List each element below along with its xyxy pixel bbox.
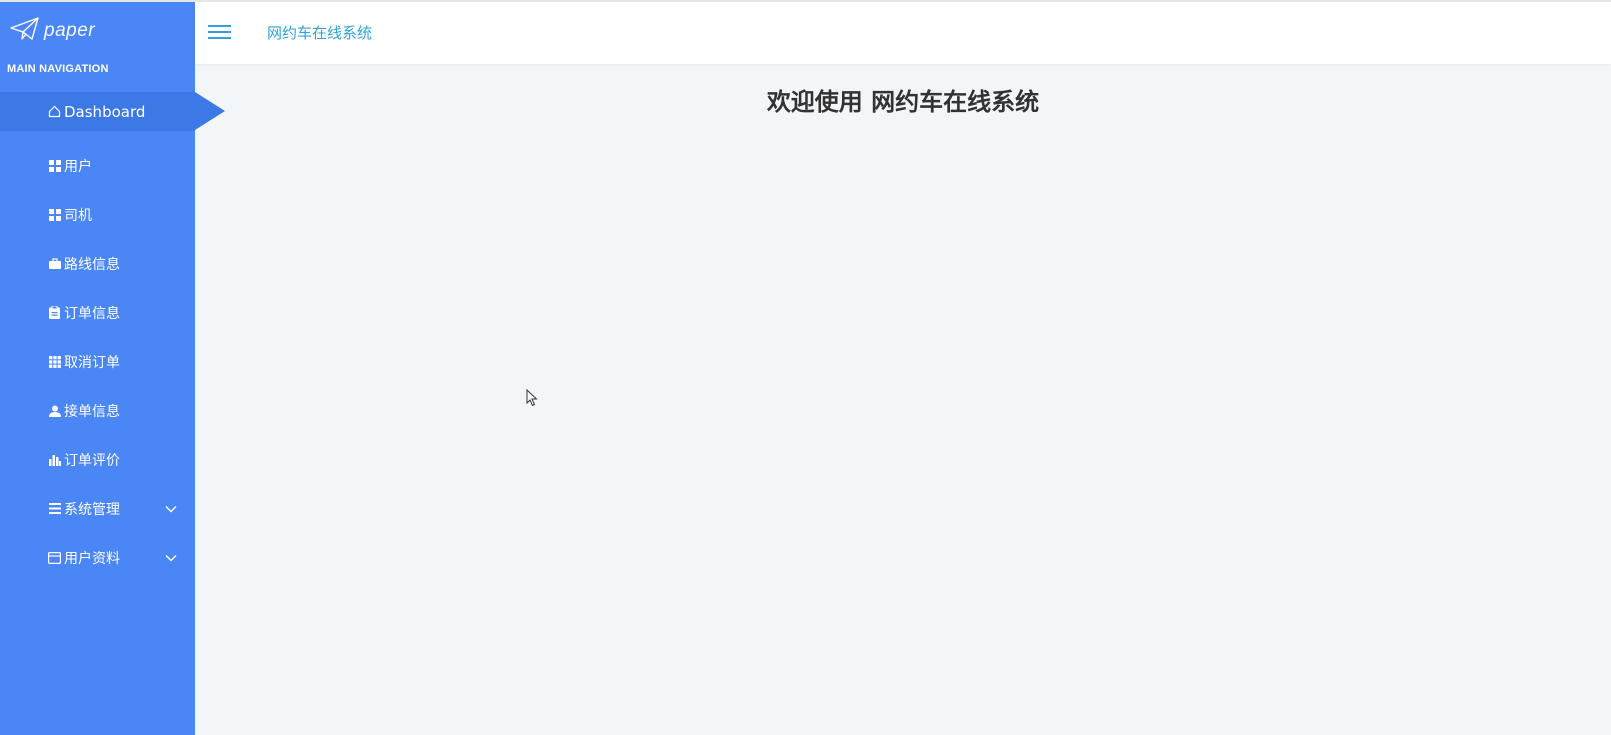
home-icon <box>48 105 61 118</box>
sidebar-item-dashboard[interactable]: Dashboard <box>0 92 225 131</box>
sidebar-item-label: 接单信息 <box>64 403 120 420</box>
paper-plane-icon <box>10 17 40 45</box>
header-title[interactable]: 网约车在线系统 <box>267 22 372 43</box>
sidebar-item-accepted-orders[interactable]: 接单信息 <box>0 386 195 435</box>
sidebar-item-label: 取消订单 <box>64 354 120 371</box>
sidebar-item-drivers[interactable]: 司机 <box>0 190 195 239</box>
sidebar-item-order-reviews[interactable]: 订单评价 <box>0 435 195 484</box>
sidebar-item-system-management[interactable]: 系统管理 <box>0 484 195 533</box>
logo-text: paper <box>44 20 96 41</box>
sidebar-item-label: 司机 <box>64 207 92 224</box>
clipboard-icon <box>48 306 61 319</box>
window-icon <box>48 551 61 564</box>
sidebar-item-users[interactable]: 用户 <box>0 141 195 190</box>
grid-icon <box>48 208 61 221</box>
sidebar-item-cancelled-orders[interactable]: 取消订单 <box>0 337 195 386</box>
user-icon <box>48 404 61 417</box>
chevron-down-icon[interactable] <box>165 501 177 517</box>
sidebar-item-orders[interactable]: 订单信息 <box>0 288 195 337</box>
sidebar-nav: Dashboard 用户 司机 路线信息 订单信息 取消订单 接单信息 订单评价… <box>0 92 225 582</box>
mouse-cursor-icon <box>526 388 538 411</box>
page-title: 欢迎使用 网约车在线系统 <box>766 88 1040 116</box>
sidebar-item-routes[interactable]: 路线信息 <box>0 239 195 288</box>
sidebar-item-label: 用户 <box>64 158 92 175</box>
briefcase-icon <box>48 257 61 270</box>
chevron-down-icon[interactable] <box>165 550 177 566</box>
sidebar-item-label: 订单评价 <box>64 452 120 469</box>
sidebar-item-label: 路线信息 <box>64 256 120 273</box>
logo[interactable]: paper <box>10 16 95 46</box>
top-header: 网约车在线系统 <box>195 2 1611 64</box>
sidebar-item-label: Dashboard <box>64 102 146 121</box>
table-icon <box>48 355 61 368</box>
sidebar-item-label: 系统管理 <box>64 501 120 518</box>
grid-icon <box>48 159 61 172</box>
bar-chart-icon <box>48 453 61 466</box>
list-icon <box>48 502 61 515</box>
sidebar-item-label: 用户资料 <box>64 550 120 567</box>
sidebar-item-user-profile[interactable]: 用户资料 <box>0 533 195 582</box>
hamburger-menu-icon[interactable] <box>208 22 232 42</box>
sidebar-item-label: 订单信息 <box>64 305 120 322</box>
sidebar: paper MAIN NAVIGATION Dashboard 用户 司机 路线… <box>0 2 225 735</box>
nav-section-title: MAIN NAVIGATION <box>7 63 109 75</box>
